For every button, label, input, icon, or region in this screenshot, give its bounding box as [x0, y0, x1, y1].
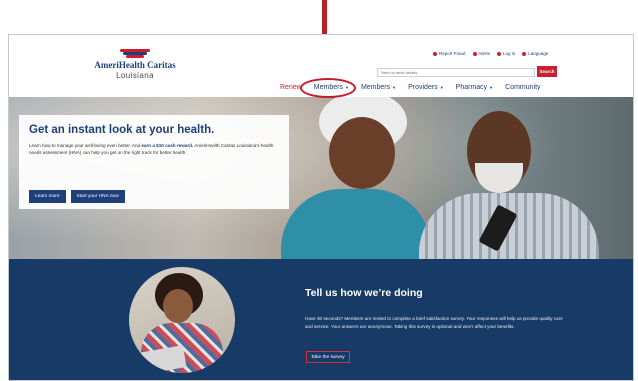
- globe-icon: [522, 51, 527, 56]
- hero-banner: Get an instant look at your health. Lear…: [9, 97, 633, 259]
- utility-link-language[interactable]: Language: [522, 51, 548, 56]
- hero-title: Get an instant look at your health.: [29, 124, 215, 136]
- utility-link-login[interactable]: Log in: [497, 51, 515, 56]
- annotation-highlight-ring: [300, 78, 356, 98]
- alert-icon: [472, 51, 477, 56]
- nav-item-providers[interactable]: Providers ▼: [402, 84, 450, 91]
- chevron-down-icon: ▼: [392, 85, 397, 90]
- search-input[interactable]: [377, 68, 535, 77]
- utility-link-alerts[interactable]: Alerts: [472, 51, 490, 56]
- search-button[interactable]: Search: [537, 66, 557, 77]
- survey-title: Tell us how we’re doing: [305, 287, 423, 299]
- logo-state-name: Louisiana: [116, 71, 154, 80]
- flag-logo-icon: [120, 49, 150, 58]
- learn-more-button[interactable]: Learn more: [29, 190, 66, 203]
- report-fraud-icon: [433, 51, 437, 56]
- survey-section: Tell us how we’re doing Have 30 seconds?…: [9, 259, 633, 380]
- survey-description: Have 30 seconds? Members are invited to …: [305, 316, 563, 329]
- start-hna-button[interactable]: Start your HNA now: [70, 190, 125, 203]
- site-logo[interactable]: AmeriHealth Caritas Louisiana: [87, 49, 183, 80]
- utility-links: Report Fraud Alerts Log in Language: [433, 51, 548, 56]
- take-survey-button[interactable]: Take the survey: [306, 351, 350, 363]
- nav-item-community[interactable]: Community: [499, 84, 546, 91]
- nav-item-members-secondary[interactable]: Members ▼: [355, 84, 402, 91]
- utility-link-report-fraud[interactable]: Report Fraud: [433, 51, 466, 56]
- hero-buttons: Learn more Start your HNA now: [29, 190, 125, 203]
- chevron-down-icon: ▼: [489, 85, 494, 90]
- chevron-down-icon: ▼: [439, 85, 444, 90]
- user-icon: [497, 51, 502, 56]
- hero-card: Get an instant look at your health. Lear…: [19, 115, 289, 209]
- logo-brand-name: AmeriHealth Caritas: [94, 60, 176, 70]
- nav-item-pharmacy[interactable]: Pharmacy ▼: [450, 84, 499, 91]
- hero-description: Learn how to manage your well-being even…: [29, 143, 274, 155]
- survey-photo: [129, 267, 235, 373]
- cash-reward-text: earn a $10 cash reward.: [141, 143, 194, 148]
